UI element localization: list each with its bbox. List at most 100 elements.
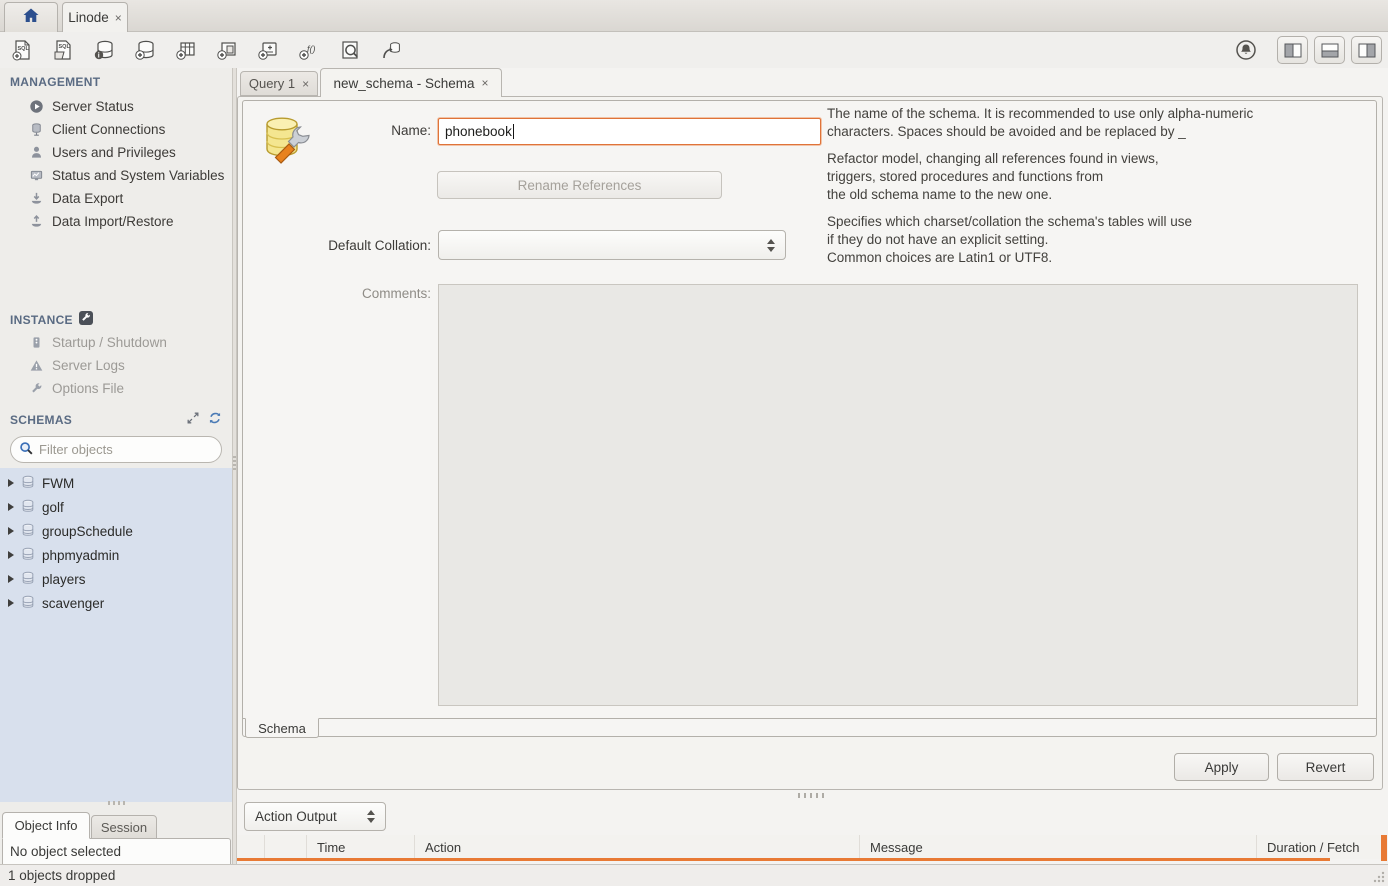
default-collation-select[interactable] [438,230,786,260]
schema-tree-item-scavenger[interactable]: scavenger [0,591,232,615]
tab-schema-bottom-label: Schema [258,721,306,736]
sidebar-item-data-export[interactable]: Data Export [0,187,232,210]
tab-object-info-label: Object Info [15,818,78,833]
toggle-right-panel-icon[interactable] [1351,36,1382,64]
object-info-message: No object selected [10,844,121,859]
connection-tab-label: Linode [68,10,109,25]
sidebar-item-options-file[interactable]: Options File [0,377,232,400]
expander-icon[interactable] [8,503,14,511]
expander-icon[interactable] [8,575,14,583]
sidebar-item-startup-shutdown[interactable]: Startup / Shutdown [0,331,232,354]
tab-session-label: Session [101,820,147,835]
sidebar-item-label: Data Export [52,191,123,206]
sidebar-item-status-system-variables[interactable]: Status and System Variables [0,164,232,187]
tab-query-1[interactable]: Query 1 × [240,71,318,96]
sidebar-item-users-and-privileges[interactable]: Users and Privileges [0,141,232,164]
schema-tree-item-golf[interactable]: golf [0,495,232,519]
options-file-icon [28,381,44,397]
reconnect-database-icon[interactable] [377,36,405,64]
expander-icon[interactable] [8,479,14,487]
connection-tab[interactable]: Linode × [62,2,128,32]
client-connections-icon [28,122,44,138]
tab-object-info[interactable]: Object Info [2,812,90,839]
system-variables-icon [28,168,44,184]
schema-tree-item-phpmyadmin[interactable]: phpmyadmin [0,543,232,567]
column-message-label: Message [870,840,923,855]
sidebar-item-server-status[interactable]: Server Status [0,95,232,118]
tab-new-schema[interactable]: new_schema - Schema × [320,68,502,97]
create-schema-icon[interactable] [131,36,159,64]
schema-name-input[interactable]: phonebook [438,118,821,145]
column-duration-fetch-label: Duration / Fetch [1267,840,1360,855]
create-table-icon[interactable] [172,36,200,64]
schema-name: groupSchedule [42,524,133,539]
schema-tree: FWM golf groupSchedule phpmyadmin player [0,468,232,802]
connection-tab-close-icon[interactable]: × [115,12,122,24]
create-function-icon[interactable]: f() [295,36,323,64]
schema-icon [21,595,35,612]
splitter-grip [233,456,236,470]
output-panel-splitter[interactable] [798,793,824,798]
create-view-icon[interactable] [213,36,241,64]
search-icon [19,441,34,459]
tab-new-schema-close-icon[interactable]: × [482,77,489,89]
output-type-select[interactable]: Action Output [244,802,386,831]
apply-button[interactable]: Apply [1174,753,1269,781]
sidebar-item-label: Options File [52,381,124,396]
sidebar-item-label: Data Import/Restore [52,214,174,229]
main-toolbar: SQL SQL i f() [0,32,1388,68]
status-bar: 1 objects dropped [0,864,1388,886]
revert-button[interactable]: Revert [1277,753,1374,781]
schema-icon [21,571,35,588]
sidebar-item-data-import[interactable]: Data Import/Restore [0,210,232,233]
schema-tree-item-fwm[interactable]: FWM [0,471,232,495]
schema-filter[interactable] [10,436,222,463]
toggle-bottom-panel-icon[interactable] [1314,36,1345,64]
notifications-icon[interactable] [1233,37,1259,63]
search-objects-icon[interactable] [336,36,364,64]
expander-icon[interactable] [8,551,14,559]
schema-editor-page: Name: phonebook Rename References Defaul… [237,96,1383,790]
schema-name-value: phonebook [445,124,512,139]
column-index[interactable] [265,835,307,859]
rename-references-button[interactable]: Rename References [437,171,722,199]
tab-schema-bottom[interactable]: Schema [245,718,319,738]
toggle-left-panel-icon[interactable] [1277,36,1308,64]
schema-editor-panel: Name: phonebook Rename References Defaul… [242,100,1377,737]
expand-schemas-icon[interactable] [186,411,200,428]
sidebar-item-server-logs[interactable]: Server Logs [0,354,232,377]
output-header-accent-edge [1381,835,1387,861]
new-sql-tab-icon[interactable]: SQL [8,36,36,64]
startup-shutdown-icon [28,335,44,351]
column-action[interactable]: Action [415,835,860,859]
info-panel-splitter[interactable] [108,801,126,805]
schema-tree-item-players[interactable]: players [0,567,232,591]
home-icon [21,6,41,29]
column-duration-fetch[interactable]: Duration / Fetch [1257,835,1383,859]
window-resize-grip-icon[interactable] [1370,870,1386,884]
schema-name: golf [42,500,64,515]
refresh-schemas-icon[interactable] [208,411,222,428]
home-tab[interactable] [4,2,58,32]
expander-icon[interactable] [8,527,14,535]
column-time[interactable]: Time [307,835,415,859]
comments-textarea[interactable] [438,284,1358,706]
open-sql-script-icon[interactable]: SQL [49,36,77,64]
create-procedure-icon[interactable] [254,36,282,64]
column-message[interactable]: Message [860,835,1257,859]
sidebar-item-client-connections[interactable]: Client Connections [0,118,232,141]
schema-filter-input[interactable] [39,442,199,457]
inspect-database-icon[interactable]: i [90,36,118,64]
expander-icon[interactable] [8,599,14,607]
schemas-section-header: SCHEMAS [0,413,232,427]
editor-footer-line [243,718,1376,719]
column-status[interactable] [237,835,265,859]
status-bar-text: 1 objects dropped [8,868,115,883]
sidebar-item-label: Server Logs [52,358,125,373]
column-time-label: Time [317,840,345,855]
server-status-icon [28,99,44,115]
data-export-icon [28,191,44,207]
schema-tree-item-groupschedule[interactable]: groupSchedule [0,519,232,543]
tab-session[interactable]: Session [91,815,157,839]
tab-query-1-close-icon[interactable]: × [302,78,309,90]
